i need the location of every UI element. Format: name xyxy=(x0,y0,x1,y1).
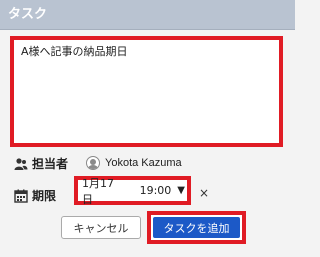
due-label: 期限 xyxy=(32,188,57,203)
due-date-highlight: 1月17日 19:00 ▼ xyxy=(74,176,191,206)
due-date-select[interactable]: 1月17日 19:00 ▼ xyxy=(80,177,185,206)
add-task-highlight: タスクを追加 xyxy=(147,211,246,244)
add-task-button[interactable]: タスクを追加 xyxy=(153,217,240,238)
assignee-label: 担当者 xyxy=(32,156,69,171)
panel-header: タスク xyxy=(0,0,295,30)
task-panel: タスク A様へ記事の納品期日 担当者 Yokota Kazuma 期限 1月17… xyxy=(0,0,295,257)
clear-due-icon[interactable]: × xyxy=(199,186,209,200)
calendar-icon xyxy=(14,188,28,203)
panel-title: タスク xyxy=(8,7,48,22)
task-text-highlight: A様へ記事の納品期日 xyxy=(10,36,283,147)
user-avatar-icon xyxy=(86,156,100,170)
chevron-down-icon: ▼ xyxy=(177,185,185,196)
due-time-value: 19:00 xyxy=(139,184,172,197)
assignee-row: 担当者 Yokota Kazuma xyxy=(14,152,182,174)
due-date-value: 1月17日 xyxy=(82,176,114,206)
due-row: 期限 xyxy=(14,184,62,206)
cancel-button[interactable]: キャンセル xyxy=(61,216,141,239)
users-icon xyxy=(14,156,28,170)
task-text-input[interactable]: A様へ記事の納品期日 xyxy=(14,40,279,143)
assignee-name[interactable]: Yokota Kazuma xyxy=(105,157,182,169)
